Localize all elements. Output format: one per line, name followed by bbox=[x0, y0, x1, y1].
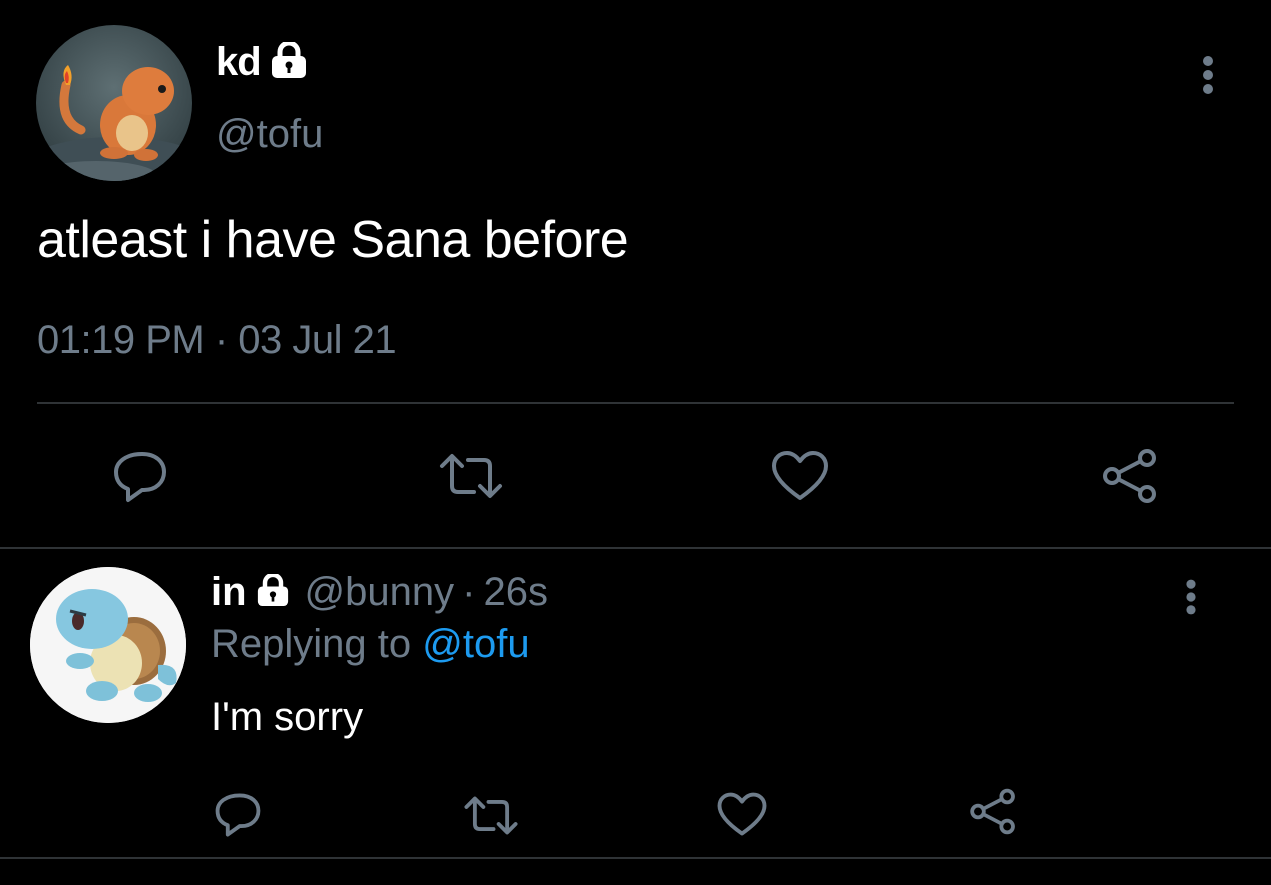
author-name-row: kd bbox=[216, 40, 309, 85]
meta-separator: · bbox=[214, 318, 228, 362]
tweet-time: 01:19 PM bbox=[37, 318, 205, 362]
like-icon[interactable] bbox=[770, 450, 830, 507]
lock-icon bbox=[255, 572, 291, 611]
author-handle[interactable]: @tofu bbox=[216, 112, 323, 157]
replying-to-label: Replying to bbox=[211, 622, 412, 666]
divider bbox=[37, 402, 1234, 404]
display-name[interactable]: in bbox=[211, 570, 247, 615]
retweet-icon[interactable] bbox=[438, 452, 504, 505]
reply-icon[interactable] bbox=[112, 450, 168, 509]
meta-separator: · bbox=[462, 570, 476, 614]
replying-to: Replying to @tofu bbox=[211, 622, 530, 667]
more-options-icon[interactable] bbox=[1196, 54, 1220, 101]
tweet-thread: kd @tofu atleast i have Sana before 01:1… bbox=[0, 0, 1271, 885]
retweet-icon[interactable] bbox=[463, 795, 519, 841]
more-options-icon[interactable] bbox=[1180, 577, 1202, 622]
display-name[interactable]: kd bbox=[216, 40, 262, 85]
squirtle-avatar bbox=[30, 567, 186, 723]
reply-icon[interactable] bbox=[214, 792, 262, 843]
author-handle[interactable]: @bunny bbox=[305, 570, 455, 615]
reply-header: in @bunny · 26s bbox=[211, 570, 548, 615]
share-icon[interactable] bbox=[1100, 448, 1160, 509]
avatar[interactable] bbox=[30, 567, 186, 723]
replying-to-link[interactable]: @tofu bbox=[422, 622, 529, 666]
divider bbox=[0, 547, 1271, 549]
share-icon[interactable] bbox=[968, 788, 1018, 840]
charmander-avatar bbox=[36, 25, 192, 181]
tweet-date: 03 Jul 21 bbox=[238, 318, 397, 362]
lock-icon bbox=[269, 40, 309, 83]
divider bbox=[0, 857, 1271, 859]
tweet-text: atleast i have Sana before bbox=[37, 211, 629, 269]
reply-time[interactable]: 26s bbox=[483, 570, 548, 615]
reply-text: I'm sorry bbox=[211, 695, 364, 739]
tweet-timestamp[interactable]: 01:19 PM · 03 Jul 21 bbox=[37, 318, 397, 363]
avatar[interactable] bbox=[36, 25, 192, 181]
like-icon[interactable] bbox=[716, 792, 768, 842]
